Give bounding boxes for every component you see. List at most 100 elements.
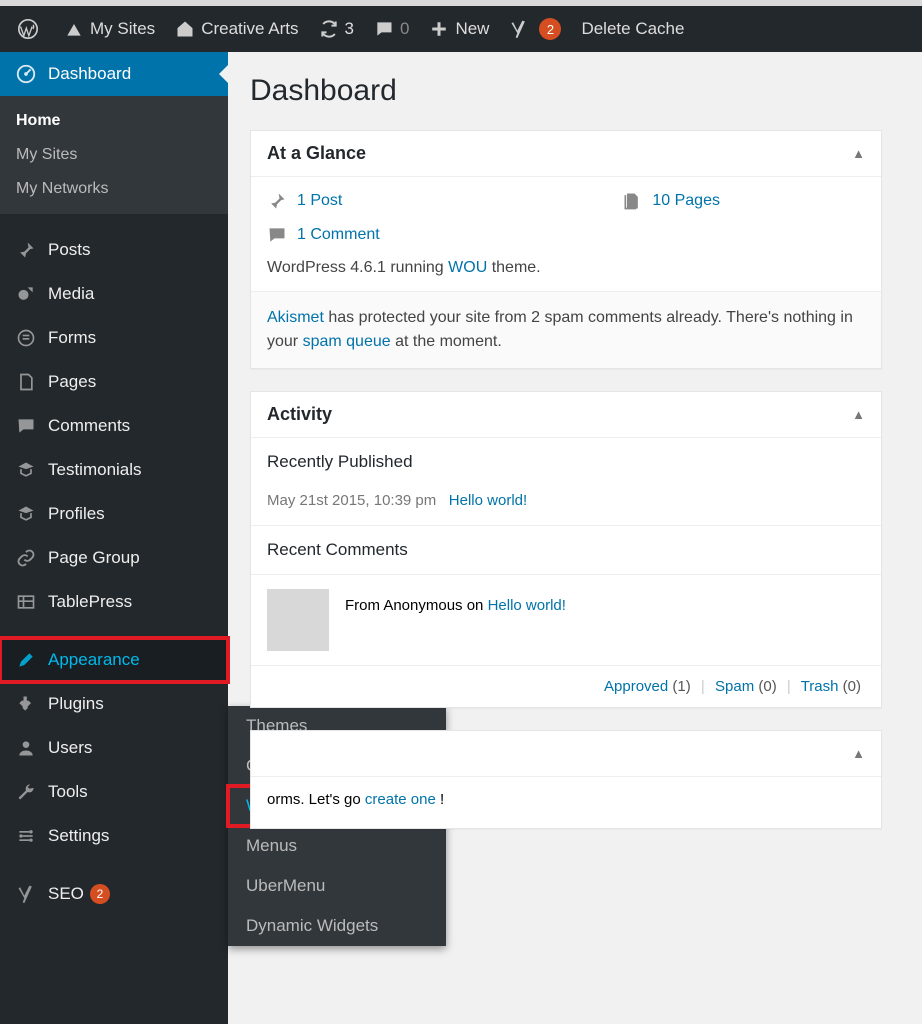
dashboard-icon (14, 62, 38, 86)
submenu-mysites[interactable]: My Sites (0, 138, 228, 172)
forms-box: x ▲ orms. Let's go create one ! (250, 730, 882, 829)
yoast-icon (509, 19, 529, 39)
glance-pages[interactable]: 10 Pages (622, 191, 720, 211)
table-icon (14, 590, 38, 614)
menu-comments-label: Comments (48, 416, 130, 436)
glance-posts[interactable]: 1 Post (267, 191, 342, 211)
dashboard-submenu: Home My Sites My Networks (0, 96, 228, 214)
comments-icon (14, 414, 38, 438)
submenu-mynetworks[interactable]: My Networks (0, 172, 228, 206)
glance-comments-label: 1 Comment (297, 226, 380, 244)
new-content[interactable]: New (419, 6, 499, 52)
users-icon (14, 736, 38, 760)
site-name[interactable]: Creative Arts (165, 6, 308, 52)
delete-cache[interactable]: Delete Cache (571, 6, 694, 52)
comment-text: From Anonymous on Hello world! (345, 589, 566, 614)
recent-comments-header: Recent Comments (251, 525, 881, 574)
wordpress-icon (18, 19, 38, 39)
menu-comments[interactable]: Comments (0, 404, 228, 448)
menu-testimonials-label: Testimonials (48, 460, 142, 480)
menu-appearance-label: Appearance (48, 650, 140, 670)
menu-media[interactable]: Media (0, 272, 228, 316)
menu-page-group[interactable]: Page Group (0, 536, 228, 580)
activity-box: Activity ▲ Recently Published May 21st 2… (250, 391, 882, 708)
spam-queue-link[interactable]: spam queue (303, 333, 391, 350)
main-content: Dashboard At a Glance ▲ 1 Post (228, 52, 922, 1024)
toggle-icon[interactable]: ▲ (852, 146, 865, 161)
trash-link[interactable]: Trash (0) (801, 678, 861, 695)
multisite-icon (64, 19, 84, 39)
menu-pages[interactable]: Pages (0, 360, 228, 404)
updates[interactable]: 3 (309, 6, 364, 52)
admin-toolbar: My Sites Creative Arts 3 0 New 2 Delete … (0, 0, 922, 52)
yoast-seo[interactable]: 2 (499, 6, 571, 52)
create-form-link[interactable]: create one (365, 791, 436, 808)
media-icon (14, 282, 38, 306)
admin-sidebar: Dashboard Home My Sites My Networks Post… (0, 52, 228, 1024)
menu-settings-label: Settings (48, 826, 109, 846)
menu-plugins-label: Plugins (48, 694, 104, 714)
avatar (267, 589, 329, 651)
menu-page-group-label: Page Group (48, 548, 140, 568)
menu-plugins[interactable]: Plugins (0, 682, 228, 726)
akismet-link[interactable]: Akismet (267, 309, 324, 326)
menu-dashboard-label: Dashboard (48, 64, 131, 84)
site-name-label: Creative Arts (201, 19, 298, 39)
menu-forms[interactable]: Forms (0, 316, 228, 360)
theme-link[interactable]: WOU (448, 259, 487, 276)
menu-tools[interactable]: Tools (0, 770, 228, 814)
wp-logo[interactable] (8, 6, 54, 52)
glance-pages-label: 10 Pages (652, 192, 720, 210)
page-icon (622, 191, 642, 211)
wp-version-line: WordPress 4.6.1 running WOU theme. (267, 259, 865, 277)
post-link[interactable]: Hello world! (449, 492, 527, 509)
post-date: May 21st 2015, 10:39 pm (267, 492, 436, 509)
approved-link[interactable]: Approved (1) (604, 678, 691, 695)
yoast-badge: 2 (539, 18, 561, 40)
at-a-glance-box: At a Glance ▲ 1 Post 10 Pages (250, 130, 882, 369)
menu-appearance[interactable]: Appearance (0, 638, 228, 682)
testimonials-icon (14, 458, 38, 482)
menu-dashboard[interactable]: Dashboard (0, 52, 228, 96)
recent-post-row: May 21st 2015, 10:39 pm Hello world! (251, 486, 881, 525)
plugins-icon (14, 692, 38, 716)
menu-settings[interactable]: Settings (0, 814, 228, 858)
menu-tablepress[interactable]: TablePress (0, 580, 228, 624)
toggle-icon[interactable]: ▲ (852, 407, 865, 422)
menu-profiles-label: Profiles (48, 504, 105, 524)
menu-tablepress-label: TablePress (48, 592, 132, 612)
menu-seo[interactable]: SEO 2 (0, 872, 228, 916)
update-icon (319, 19, 339, 39)
menu-posts-label: Posts (48, 240, 91, 260)
profiles-icon (14, 502, 38, 526)
page-title: Dashboard (250, 74, 900, 108)
pages-icon (14, 370, 38, 394)
seo-badge: 2 (90, 884, 110, 904)
menu-testimonials[interactable]: Testimonials (0, 448, 228, 492)
glance-posts-label: 1 Post (297, 192, 342, 210)
comments-count: 0 (400, 19, 409, 39)
menu-pages-label: Pages (48, 372, 96, 392)
akismet-note: Akismet has protected your site from 2 s… (251, 291, 881, 368)
menu-media-label: Media (48, 284, 94, 304)
menu-posts[interactable]: Posts (0, 228, 228, 272)
link-icon (14, 546, 38, 570)
plus-icon (429, 19, 449, 39)
home-icon (175, 19, 195, 39)
at-a-glance-title: At a Glance (267, 143, 366, 164)
pin-icon (14, 238, 38, 262)
comment-post-link[interactable]: Hello world! (488, 597, 566, 614)
my-sites[interactable]: My Sites (54, 6, 165, 52)
menu-tools-label: Tools (48, 782, 88, 802)
comments[interactable]: 0 (364, 6, 419, 52)
menu-users[interactable]: Users (0, 726, 228, 770)
my-sites-label: My Sites (90, 19, 155, 39)
menu-profiles[interactable]: Profiles (0, 492, 228, 536)
spam-link[interactable]: Spam (0) (715, 678, 777, 695)
recently-published-header: Recently Published (251, 438, 881, 486)
toggle-icon[interactable]: ▲ (852, 746, 865, 761)
pin-icon (267, 191, 287, 211)
submenu-home[interactable]: Home (0, 104, 228, 138)
appearance-icon (14, 648, 38, 672)
glance-comments[interactable]: 1 Comment (267, 225, 380, 245)
